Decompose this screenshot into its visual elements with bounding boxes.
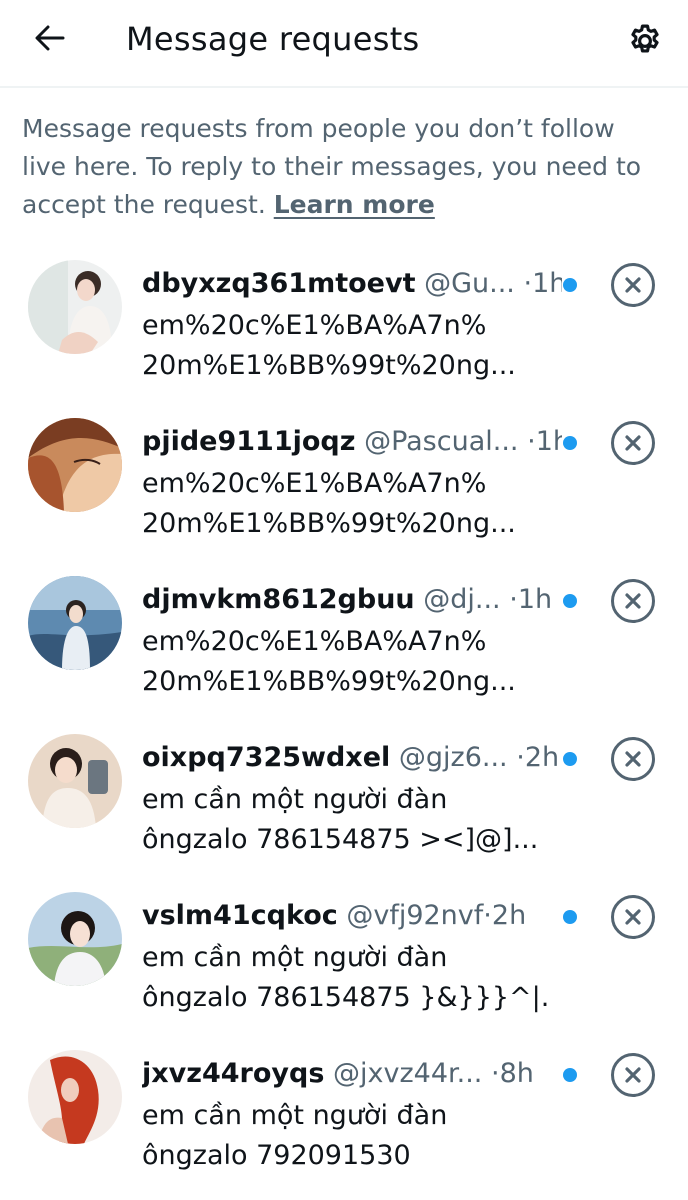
display-name: djmvkm8612gbuu	[142, 584, 415, 615]
display-name: jxvz44royqs	[142, 1058, 325, 1089]
request-item[interactable]: oixpq7325wdxel @gjz6... ·2h em cần một n…	[0, 712, 688, 870]
message-preview: em cần một người đàn ôngzalo 786154875 >…	[142, 780, 552, 860]
display-name: vslm41cqkoc	[142, 900, 338, 931]
avatar[interactable]	[28, 1050, 122, 1144]
close-circle-icon	[611, 579, 655, 623]
separator-dot: ·	[483, 900, 492, 931]
avatar-image	[28, 1050, 122, 1144]
preview-line: ôngzalo 792091530	[142, 1140, 411, 1171]
top-bar: Message requests	[0, 0, 688, 88]
page-title: Message requests	[126, 20, 420, 58]
user-handle: @Gu...	[424, 268, 515, 299]
close-circle-icon	[611, 421, 655, 465]
preview-line: em cần một người đàn	[142, 1100, 448, 1131]
request-item[interactable]: pjide9111joqz @Pascual... ·1h em%20c%E1%…	[0, 396, 688, 554]
dismiss-button[interactable]	[609, 735, 657, 783]
message-preview: em cần một người đàn ôngzalo 786154875 }…	[142, 938, 552, 1018]
request-item[interactable]: djmvkm8612gbuu @dj... ·1h em%20c%E1%BA%A…	[0, 554, 688, 712]
avatar[interactable]	[28, 260, 122, 354]
preview-line: 20m%E1%BB%99t%20ng...	[142, 508, 516, 539]
avatar-image	[28, 576, 122, 670]
request-header: djmvkm8612gbuu @dj... ·1h	[142, 580, 562, 620]
arrow-left-icon	[35, 25, 65, 51]
close-circle-icon	[611, 1053, 655, 1097]
message-preview: em cần một người đàn ôngzalo 792091530	[142, 1096, 552, 1176]
avatar-image	[28, 418, 122, 512]
back-button[interactable]	[28, 16, 72, 60]
timestamp: 1h	[532, 268, 562, 299]
settings-button[interactable]	[622, 18, 668, 64]
preview-line: ôngzalo 786154875 }&}}}^|...	[142, 982, 552, 1013]
close-circle-icon	[611, 263, 655, 307]
dismiss-button[interactable]	[609, 1051, 657, 1099]
preview-line: ôngzalo 786154875 ><]@]...	[142, 824, 539, 855]
unread-indicator	[563, 594, 577, 608]
avatar[interactable]	[28, 892, 122, 986]
request-item[interactable]: dbyxzq361mtoevt @Gu... ·1h em%20c%E1%BA%…	[0, 238, 688, 396]
message-preview: em%20c%E1%BA%A7n% 20m%E1%BB%99t%20ng...	[142, 622, 552, 702]
timestamp: 2h	[491, 900, 527, 931]
separator-dot: ·	[516, 742, 525, 773]
dismiss-button[interactable]	[609, 261, 657, 309]
avatar-image	[28, 892, 122, 986]
preview-line: em%20c%E1%BA%A7n%	[142, 468, 487, 499]
preview-line: em cần một người đàn	[142, 784, 448, 815]
avatar[interactable]	[28, 576, 122, 670]
display-name: dbyxzq361mtoevt	[142, 268, 416, 299]
timestamp: 1h	[517, 584, 553, 615]
display-name: oixpq7325wdxel	[142, 742, 391, 773]
intro-text: Message requests from people you don’t f…	[22, 110, 662, 224]
separator-dot: ·	[527, 426, 536, 457]
unread-indicator	[563, 278, 577, 292]
avatar[interactable]	[28, 734, 122, 828]
preview-line: em cần một người đàn	[142, 942, 448, 973]
display-name: pjide9111joqz	[142, 426, 356, 457]
timestamp: 1h	[535, 426, 562, 457]
timestamp: 8h	[499, 1058, 534, 1089]
user-handle: @jxvz44r...	[333, 1058, 483, 1089]
avatar-image	[28, 260, 122, 354]
request-header: vslm41cqkoc @vfj92nvf·2h	[142, 896, 562, 936]
request-header: jxvz44royqs @jxvz44r... ·8h	[142, 1054, 562, 1094]
user-handle: @vfj92nvf	[346, 900, 484, 931]
request-header: pjide9111joqz @Pascual... ·1h	[142, 422, 562, 462]
request-header: dbyxzq361mtoevt @Gu... ·1h	[142, 264, 562, 304]
avatar[interactable]	[28, 418, 122, 512]
learn-more-link[interactable]: Learn more	[274, 190, 435, 219]
preview-line: 20m%E1%BB%99t%20ng...	[142, 666, 516, 697]
user-handle: @dj...	[423, 584, 501, 615]
message-preview: em%20c%E1%BA%A7n% 20m%E1%BB%99t%20ng...	[142, 306, 552, 386]
unread-indicator	[563, 910, 577, 924]
user-handle: @gjz6...	[398, 742, 508, 773]
close-circle-icon	[611, 895, 655, 939]
preview-line: 20m%E1%BB%99t%20ng...	[142, 350, 516, 381]
user-handle: @Pascual...	[364, 426, 519, 457]
preview-line: em%20c%E1%BA%A7n%	[142, 626, 487, 657]
dismiss-button[interactable]	[609, 893, 657, 941]
separator-dot: ·	[509, 584, 518, 615]
unread-indicator	[563, 436, 577, 450]
unread-indicator	[563, 752, 577, 766]
close-circle-icon	[611, 737, 655, 781]
request-list: dbyxzq361mtoevt @Gu... ·1h em%20c%E1%BA%…	[0, 238, 688, 1186]
timestamp: 2h	[524, 742, 560, 773]
avatar-image	[28, 734, 122, 828]
request-header: oixpq7325wdxel @gjz6... ·2h	[142, 738, 562, 778]
dismiss-button[interactable]	[609, 419, 657, 467]
preview-line: em%20c%E1%BA%A7n%	[142, 310, 487, 341]
separator-dot: ·	[523, 268, 533, 299]
request-item[interactable]: vslm41cqkoc @vfj92nvf·2h em cần một ngườ…	[0, 870, 688, 1028]
separator-dot: ·	[490, 1058, 500, 1089]
request-item[interactable]: jxvz44royqs @jxvz44r... ·8h em cần một n…	[0, 1028, 688, 1186]
dismiss-button[interactable]	[609, 577, 657, 625]
message-preview: em%20c%E1%BA%A7n% 20m%E1%BB%99t%20ng...	[142, 464, 552, 544]
unread-indicator	[563, 1068, 577, 1082]
gear-icon	[631, 24, 659, 53]
